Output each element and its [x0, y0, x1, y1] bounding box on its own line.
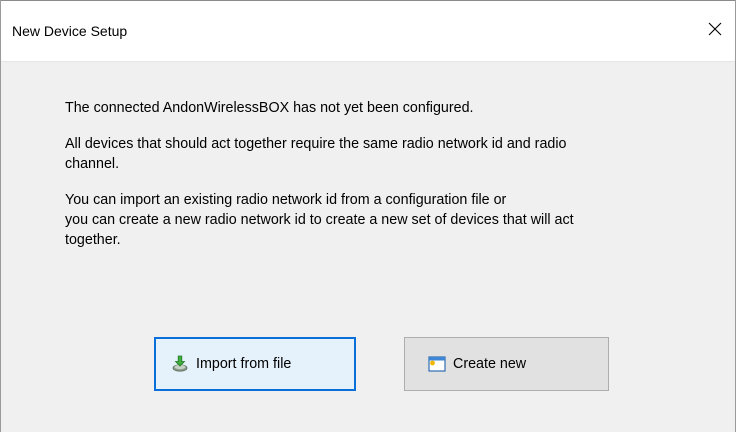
window-title: New Device Setup: [12, 23, 128, 39]
close-button[interactable]: [695, 9, 735, 49]
import-icon: [170, 354, 190, 374]
import-button-label: Import from file: [196, 356, 292, 372]
message-paragraph-3: You can import an existing radio network…: [65, 190, 705, 250]
message-line: channel.: [65, 156, 120, 172]
dialog-window: New Device Setup The connected AndonWire…: [0, 0, 736, 432]
title-bar[interactable]: New Device Setup: [1, 0, 735, 62]
create-button-label: Create new: [453, 356, 527, 372]
message-line: The connected AndonWirelessBOX has not y…: [65, 100, 474, 116]
dialog-message: The connected AndonWirelessBOX has not y…: [65, 98, 705, 266]
message-line: All devices that should act together req…: [65, 136, 567, 152]
message-line: together.: [65, 232, 121, 248]
message-line: you can create a new radio network id to…: [65, 212, 574, 228]
new-window-icon: [427, 354, 447, 374]
import-from-file-button[interactable]: Import from file: [154, 337, 356, 391]
message-paragraph-2: All devices that should act together req…: [65, 134, 705, 174]
create-new-button[interactable]: Create new: [404, 337, 609, 391]
message-line: You can import an existing radio network…: [65, 192, 507, 208]
message-paragraph-1: The connected AndonWirelessBOX has not y…: [65, 98, 705, 118]
close-icon: [708, 22, 722, 36]
